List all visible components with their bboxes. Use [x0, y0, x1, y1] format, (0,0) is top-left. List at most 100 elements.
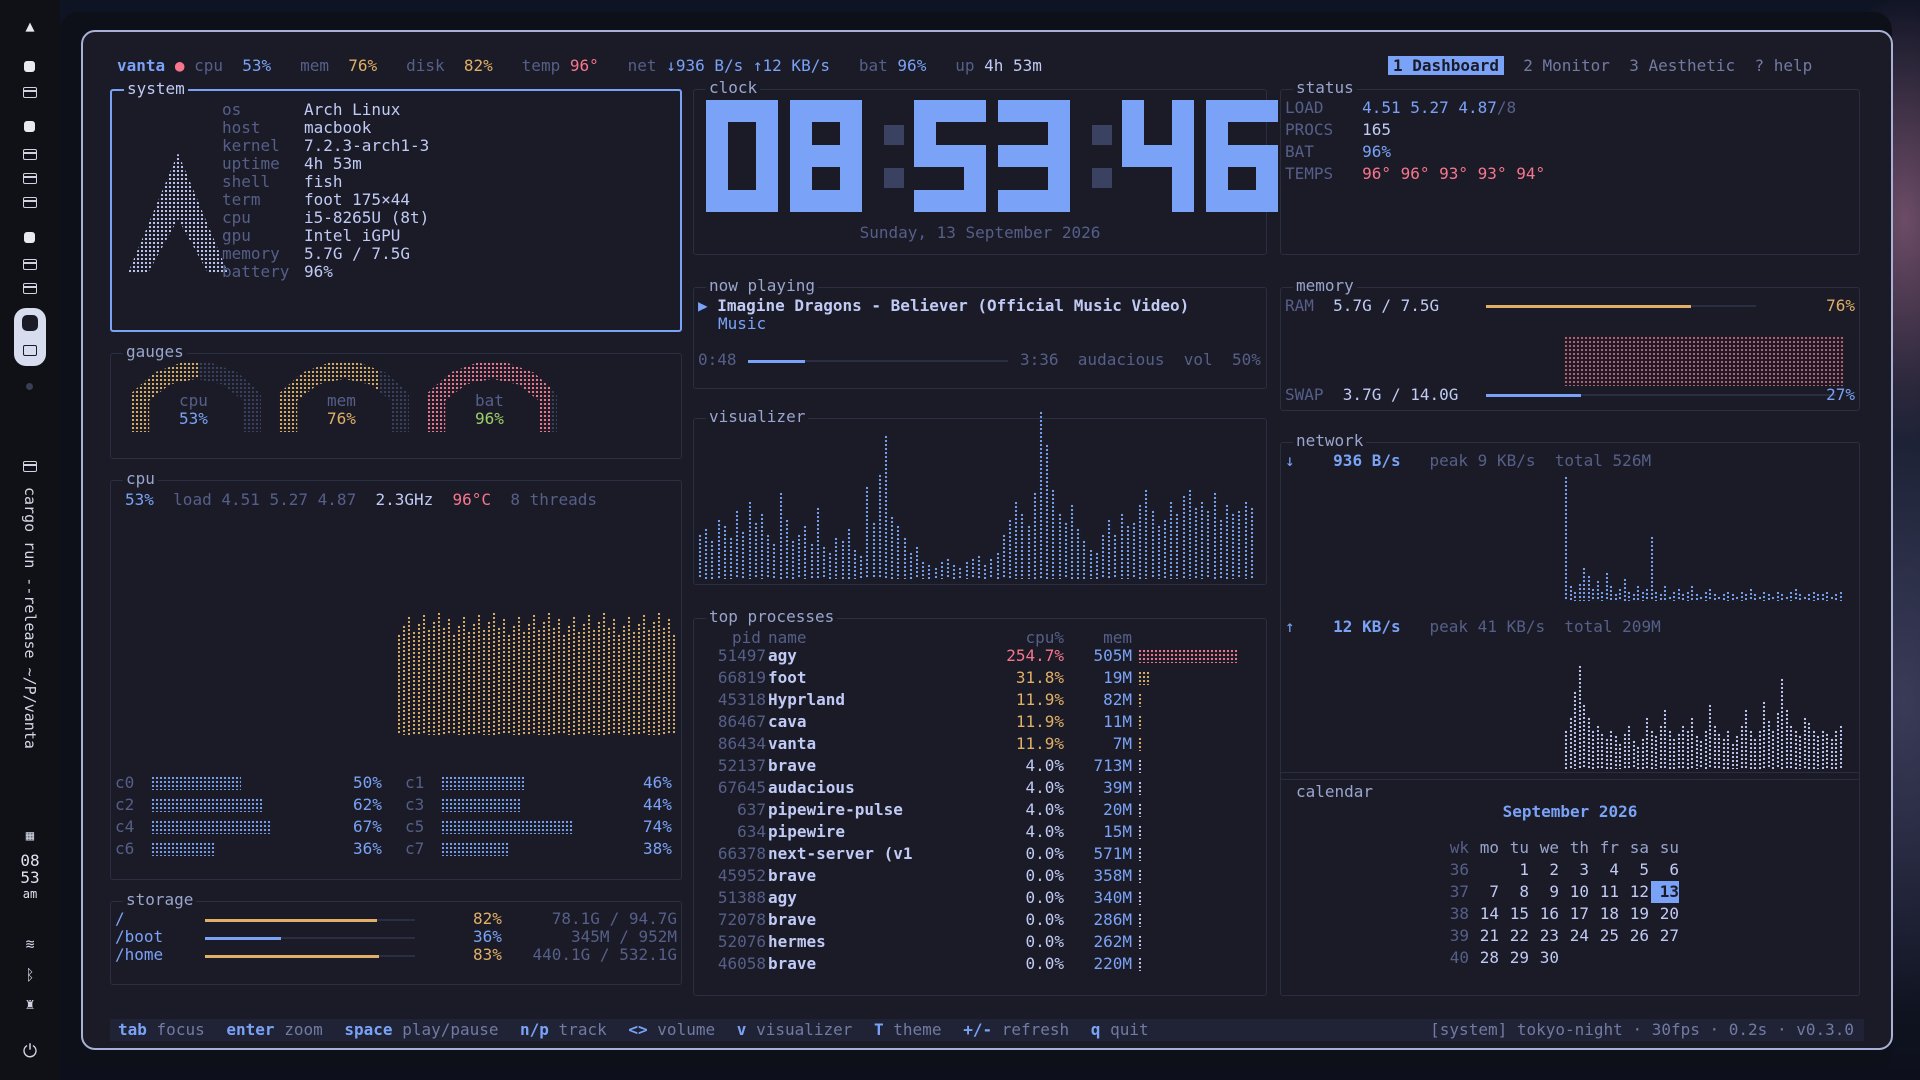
visualizer-bar: [840, 540, 846, 579]
calendar-day[interactable]: 1: [1501, 859, 1529, 881]
bar-clock[interactable]: 08 53 am: [0, 852, 60, 903]
calendar-day[interactable]: 23: [1531, 925, 1559, 947]
gauges-panel[interactable]: gauges cpu 53% mem 76% bat 96%: [110, 343, 682, 459]
calendar-day[interactable]: 30: [1531, 947, 1559, 969]
proc-row[interactable]: 51497 agy 254.7% 505M: [694, 645, 1266, 667]
track-progress-bar[interactable]: [748, 359, 1008, 363]
proc-row[interactable]: 67645 audacious 4.0% 39M: [694, 777, 1266, 799]
calendar-day[interactable]: 11: [1591, 881, 1619, 903]
workspace-dot[interactable]: [24, 61, 35, 72]
calendar-day[interactable]: 7: [1471, 881, 1499, 903]
cpu-panel[interactable]: cpu 53% load 4.51 5.27 4.87 2.3GHz 96°C …: [110, 470, 682, 880]
calendar-icon[interactable]: ▦: [18, 824, 42, 848]
bluetooth-icon[interactable]: ᛒ: [18, 963, 42, 987]
window-icon[interactable]: [23, 149, 37, 160]
terminal-window[interactable]: vanta ● cpu 53% mem 76% disk 82% temp 96…: [81, 30, 1893, 1050]
now-playing-panel[interactable]: now playing ▶ Imagine Dragons - Believer…: [693, 277, 1267, 389]
footer-key[interactable]: n/p: [520, 1020, 549, 1039]
system-panel[interactable]: system os Arch Linux host macbook kernel 7.2.…: [110, 80, 682, 332]
footer-key[interactable]: T: [874, 1020, 884, 1039]
footer-key[interactable]: tab: [118, 1020, 147, 1039]
calendar-day[interactable]: 19: [1621, 903, 1649, 925]
calendar-day[interactable]: 24: [1561, 925, 1589, 947]
calendar-day[interactable]: 3: [1561, 859, 1589, 881]
tab-help[interactable]: ? help: [1754, 56, 1812, 75]
status-procs-label: PROCS: [1285, 120, 1334, 139]
network-graph-bar: [1811, 590, 1815, 601]
workspace-dot[interactable]: [26, 383, 33, 390]
proc-row[interactable]: 45952 brave 0.0% 358M: [694, 865, 1266, 887]
window-icon[interactable]: [23, 173, 37, 184]
window-icon[interactable]: [23, 87, 37, 98]
calendar-day[interactable]: 10: [1561, 881, 1589, 903]
visualizer-panel[interactable]: visualizer: [693, 408, 1267, 585]
status-panel[interactable]: status LOAD 4.51 5.27 4.87/8 PROCS 165 B…: [1280, 79, 1860, 255]
proc-row[interactable]: 86467 cava 11.9% 11M: [694, 711, 1266, 733]
footer-key[interactable]: space: [344, 1020, 392, 1039]
tab-monitor[interactable]: 2 Monitor: [1523, 56, 1610, 75]
proc-row[interactable]: 86434 vanta 11.9% 7M: [694, 733, 1266, 755]
proc-row[interactable]: 66378 next-server (v1 0.0% 571M: [694, 843, 1266, 865]
calendar-day[interactable]: 16: [1531, 903, 1559, 925]
tab-aesthetic[interactable]: 3 Aesthetic: [1629, 56, 1735, 75]
calendar-day[interactable]: 18: [1591, 903, 1619, 925]
calendar-day[interactable]: 26: [1621, 925, 1649, 947]
calendar-day[interactable]: 12: [1621, 881, 1649, 903]
memory-panel[interactable]: memory RAM 5.7G / 7.5G 76% SWAP 3.7G / 1…: [1280, 277, 1860, 411]
arch-logo-icon[interactable]: ▲: [18, 14, 42, 38]
calendar-day[interactable]: 4: [1591, 859, 1619, 881]
clock-panel[interactable]: clock Sunday, 13 September 2026: [693, 79, 1278, 255]
proc-row[interactable]: 45318 Hyprland 11.9% 82M: [694, 689, 1266, 711]
power-profile-icon[interactable]: ♜: [18, 992, 42, 1016]
storage-panel[interactable]: storage /82% 78.1G / 94.7G/boot 36% 345M / …: [110, 891, 682, 985]
proc-row[interactable]: 52076 hermes 0.0% 262M: [694, 931, 1266, 953]
proc-row[interactable]: 72078 brave 0.0% 286M: [694, 909, 1266, 931]
calendar-day[interactable]: 22: [1501, 925, 1529, 947]
footer-key[interactable]: q: [1091, 1020, 1101, 1039]
network-graph-bar: [1712, 724, 1716, 769]
footer-key[interactable]: enter: [226, 1020, 274, 1039]
calendar-day[interactable]: 8: [1501, 881, 1529, 903]
visualizer-bar: [716, 519, 722, 579]
workspace-dot[interactable]: [24, 232, 35, 243]
active-workspace[interactable]: [14, 308, 46, 366]
tab-dashboard[interactable]: 1 Dashboard: [1388, 56, 1504, 75]
core-name: c6: [115, 839, 135, 858]
proc-row[interactable]: 52137 brave 4.0% 713M: [694, 755, 1266, 777]
calendar-day[interactable]: 28: [1471, 947, 1499, 969]
visualizer-bar: [1138, 504, 1144, 579]
calendar-day[interactable]: 25: [1591, 925, 1619, 947]
calendar-day[interactable]: 17: [1561, 903, 1589, 925]
calendar-day[interactable]: 2: [1531, 859, 1559, 881]
calendar-panel[interactable]: calendar September 2026 wk mo tu we th fr sa su…: [1280, 772, 1860, 996]
play-icon[interactable]: ▶: [698, 296, 708, 315]
calendar-day[interactable]: 21: [1471, 925, 1499, 947]
footer-key[interactable]: v: [737, 1020, 747, 1039]
swap-label: SWAP: [1285, 385, 1324, 404]
power-icon[interactable]: ⏻: [18, 1040, 42, 1064]
window-icon[interactable]: [23, 197, 37, 208]
proc-row[interactable]: 637 pipewire-pulse 4.0% 20M: [694, 799, 1266, 821]
proc-row[interactable]: 46058 brave 0.0% 220M: [694, 953, 1266, 975]
wifi-icon[interactable]: ≋: [18, 932, 42, 956]
calendar-day[interactable]: 15: [1501, 903, 1529, 925]
proc-row[interactable]: 66819 foot 31.8% 19M: [694, 667, 1266, 689]
calendar-day[interactable]: 29: [1501, 947, 1529, 969]
calendar-day[interactable]: 27: [1651, 925, 1679, 947]
calendar-day[interactable]: 9: [1531, 881, 1559, 903]
window-icon[interactable]: [23, 259, 37, 270]
workspace-dot[interactable]: [24, 121, 35, 132]
proc-row[interactable]: 634 pipewire 4.0% 15M: [694, 821, 1266, 843]
footer-key[interactable]: +/-: [963, 1020, 992, 1039]
processes-panel[interactable]: top processes pid name cpu% mem 51497 agy 254.…: [693, 608, 1267, 996]
proc-row[interactable]: 51388 agy 0.0% 340M: [694, 887, 1266, 909]
calendar-day[interactable]: 14: [1471, 903, 1499, 925]
calendar-day[interactable]: 5: [1621, 859, 1649, 881]
network-panel[interactable]: network ↓ 936 B/s peak 9 KB/s total 526M…: [1280, 432, 1860, 780]
calendar-day[interactable]: 20: [1651, 903, 1679, 925]
calendar-day[interactable]: 13: [1651, 881, 1679, 903]
footer-key[interactable]: <>: [628, 1020, 647, 1039]
calendar-day[interactable]: 6: [1651, 859, 1679, 881]
window-icon[interactable]: [23, 283, 37, 294]
proc-cpu-bar: [1138, 913, 1141, 927]
